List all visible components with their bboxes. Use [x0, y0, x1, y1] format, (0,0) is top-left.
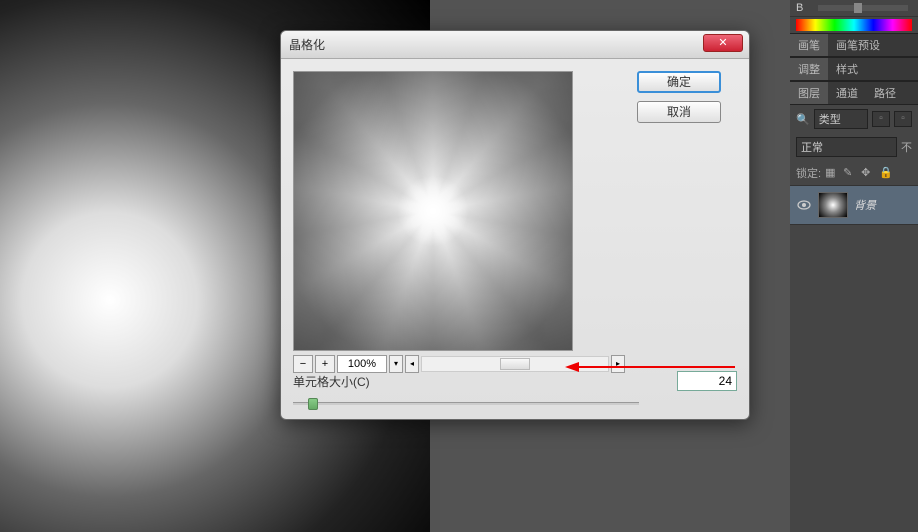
cell-size-slider[interactable]: [293, 402, 639, 405]
cancel-button[interactable]: 取消: [637, 101, 721, 123]
layer-thumbnail: [818, 192, 848, 218]
dialog-buttons: 确定 取消: [637, 71, 737, 373]
dialog-title-bar[interactable]: 晶格化 ✕: [281, 31, 749, 59]
lock-all-icon[interactable]: 🔒: [879, 166, 893, 180]
visibility-eye-icon[interactable]: [796, 197, 812, 213]
scroll-thumb-h[interactable]: [500, 358, 530, 370]
crystal-effect-overlay: [294, 72, 572, 350]
tab-brush-preset[interactable]: 画笔预设: [828, 34, 888, 56]
preview-image: [294, 72, 572, 350]
filter-btn-1[interactable]: ▫: [872, 111, 890, 127]
layer-filter-row: 🔍 类型 ▫ ▫: [790, 105, 918, 133]
lock-pixel-icon[interactable]: ▦: [825, 166, 839, 180]
lock-row: 锁定: ▦ ✎ ✥ 🔒: [790, 161, 918, 185]
right-panel: B 画笔 画笔预设 调整 样式 图层 通道 路径 🔍 类型 ▫ ▫ 正常 不 锁…: [790, 0, 918, 532]
filter-btn-2[interactable]: ▫: [894, 111, 912, 127]
preview-horizontal-scrollbar[interactable]: [421, 356, 609, 372]
b-label: B: [796, 2, 814, 14]
ok-button[interactable]: 确定: [637, 71, 721, 93]
tab-brush[interactable]: 画笔: [790, 34, 828, 56]
search-icon: 🔍: [796, 113, 810, 126]
lock-move-icon[interactable]: ✥: [861, 166, 875, 180]
cell-size-row: 单元格大小(C): [293, 371, 737, 391]
type-filter-select[interactable]: 类型: [814, 109, 868, 129]
b-slider[interactable]: [818, 5, 908, 11]
layer-item-background[interactable]: 背景: [790, 185, 918, 225]
tab-adjust[interactable]: 调整: [790, 58, 828, 80]
preview-box[interactable]: ▴: [293, 71, 573, 351]
tab-path[interactable]: 路径: [866, 82, 904, 104]
color-spectrum[interactable]: [796, 19, 912, 31]
panel-tabs-brush: 画笔 画笔预设: [790, 33, 918, 57]
panel-tabs-adjust: 调整 样式: [790, 57, 918, 81]
slider-handle[interactable]: [308, 398, 318, 410]
blend-mode-row: 正常 不: [790, 133, 918, 161]
crystallize-dialog: 晶格化 ✕ ▴ − + 100% ▾ ◂: [280, 30, 750, 420]
lock-label: 锁定:: [796, 165, 821, 181]
dialog-title: 晶格化: [289, 36, 325, 53]
tab-style[interactable]: 样式: [828, 58, 866, 80]
dialog-body: ▴ − + 100% ▾ ◂ ▸ 确定 取消: [281, 59, 749, 385]
close-button[interactable]: ✕: [703, 34, 743, 52]
lock-brush-icon[interactable]: ✎: [843, 166, 857, 180]
panel-tabs-layer: 图层 通道 路径: [790, 81, 918, 105]
cell-size-input[interactable]: [677, 371, 737, 391]
cell-size-label: 单元格大小(C): [293, 373, 677, 390]
preview-area: ▴ − + 100% ▾ ◂ ▸: [293, 71, 625, 373]
tab-layer[interactable]: 图层: [790, 82, 828, 104]
tab-channel[interactable]: 通道: [828, 82, 866, 104]
color-b-row[interactable]: B: [790, 0, 918, 17]
layer-name: 背景: [854, 197, 876, 213]
opacity-hint: 不: [901, 139, 912, 155]
blend-mode-select[interactable]: 正常: [796, 137, 897, 157]
